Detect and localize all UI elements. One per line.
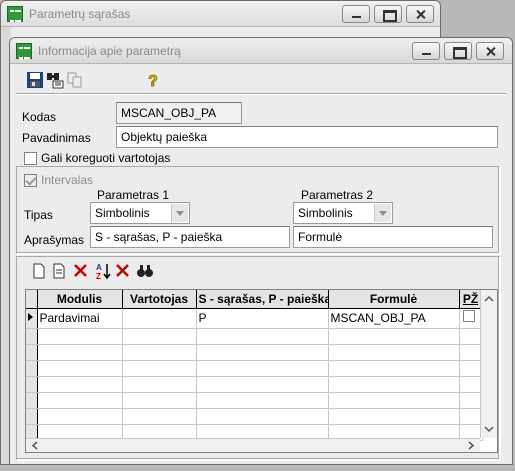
app-list-icon <box>7 6 23 22</box>
parametras-1-header: Parametras 1 <box>97 188 170 202</box>
aprasymas-2-field[interactable]: Formulė <box>293 226 493 248</box>
find-icon[interactable] <box>136 262 154 280</box>
gali-koreguoti-label: Gali koreguoti vartotojas <box>41 151 171 165</box>
scroll-down-icon[interactable] <box>481 422 497 436</box>
scroll-left-icon[interactable] <box>28 439 42 452</box>
tipas-label: Tipas <box>24 208 53 222</box>
table-row <box>26 376 483 393</box>
table-row <box>26 408 483 425</box>
col-header-pz[interactable]: PŽ <box>459 290 483 309</box>
tipas-1-value: Simbolinis <box>95 206 150 220</box>
svg-text:Z: Z <box>96 272 101 280</box>
svg-text:?: ? <box>148 73 158 89</box>
copy-icon[interactable] <box>66 71 84 89</box>
grid-table: Modulis Vartotojas S - sąrašas, P - paie… <box>26 290 483 441</box>
horizontal-scrollbar[interactable] <box>26 438 480 452</box>
main-toolbar: ? <box>16 68 506 92</box>
svg-text:A: A <box>96 263 102 272</box>
row-indicator-header <box>26 290 38 309</box>
close-button[interactable] <box>476 42 504 60</box>
close-button[interactable] <box>406 5 434 23</box>
cell-pz[interactable] <box>459 308 483 329</box>
pz-checkbox[interactable] <box>462 309 475 322</box>
vertical-scrollbar[interactable] <box>480 290 497 438</box>
grid-toolbar: A Z <box>22 260 492 282</box>
data-grid: Modulis Vartotojas S - sąrašas, P - paie… <box>25 289 498 453</box>
intervalas-label: Intervalas <box>41 173 94 187</box>
col-header-vartotojas[interactable]: Vartotojas <box>122 290 197 309</box>
binoculars-select-icon[interactable] <box>46 71 64 89</box>
parameter-info-titlebar[interactable]: Informacija apie parametrą <box>10 38 512 64</box>
cell-vartotojas[interactable] <box>122 308 197 329</box>
cell-modulis[interactable]: Pardavimai <box>37 308 123 329</box>
window-title: Informacija apie parametrą <box>38 44 181 58</box>
back-window-title: Parametrų sąrašas <box>29 7 131 21</box>
table-row <box>26 392 483 409</box>
minimize-button[interactable] <box>342 5 370 23</box>
chevron-down-icon[interactable] <box>171 204 188 222</box>
gali-koreguoti-checkbox[interactable] <box>24 152 37 165</box>
parametras-2-header: Parametras 2 <box>301 188 374 202</box>
sort-az-icon[interactable]: A Z <box>94 262 112 280</box>
col-header-s-p[interactable]: S - sąrašas, P - paieška <box>196 290 329 309</box>
new-icon[interactable] <box>30 262 48 280</box>
col-header-modulis[interactable]: Modulis <box>37 290 123 309</box>
parameter-info-window: Informacija apie parametrą ? Kodas MSCAN… <box>9 37 513 465</box>
maximize-button[interactable] <box>374 5 402 23</box>
grid-body: Pardavimai P MSCAN_OBJ_PA <box>26 308 483 441</box>
table-row <box>26 360 483 377</box>
aprasymas-label: Aprašymas <box>24 233 85 247</box>
intervalas-checkbox[interactable] <box>24 174 37 187</box>
pavadinimas-label: Pavadinimas <box>22 131 91 145</box>
grid-header-row: Modulis Vartotojas S - sąrašas, P - paie… <box>26 290 483 309</box>
back-window-titlebar[interactable]: Parametrų sąrašas <box>1 1 440 27</box>
edit-icon[interactable] <box>50 262 68 280</box>
save-icon[interactable] <box>26 71 44 89</box>
help-icon[interactable]: ? <box>144 71 162 89</box>
tipas-1-select[interactable]: Simbolinis <box>90 202 190 224</box>
scroll-up-icon[interactable] <box>481 292 497 306</box>
clear-filter-icon[interactable] <box>114 262 132 280</box>
scroll-right-icon[interactable] <box>464 439 478 452</box>
delete-icon[interactable] <box>72 262 90 280</box>
chevron-down-icon[interactable] <box>374 204 391 222</box>
table-row <box>26 328 483 345</box>
app-list-icon <box>16 43 32 59</box>
kodas-field[interactable]: MSCAN_OBJ_PA <box>116 102 242 124</box>
tipas-2-value: Simbolinis <box>298 206 353 220</box>
current-row-indicator <box>26 308 38 329</box>
row-pointer-icon <box>28 312 33 321</box>
minimize-button[interactable] <box>412 42 440 60</box>
cell-s-p[interactable]: P <box>196 308 329 329</box>
maximize-button[interactable] <box>444 42 472 60</box>
table-row[interactable]: Pardavimai P MSCAN_OBJ_PA <box>26 308 483 329</box>
table-row <box>26 344 483 361</box>
cell-formule[interactable]: MSCAN_OBJ_PA <box>328 308 460 329</box>
aprasymas-1-field[interactable]: S - sąrašas, P - paieška <box>90 226 290 248</box>
col-header-formule[interactable]: Formulė <box>328 290 460 309</box>
toolbar-divider <box>16 93 506 95</box>
pavadinimas-field[interactable]: Objektų paieška <box>116 126 498 148</box>
kodas-label: Kodas <box>22 110 57 124</box>
tipas-2-select[interactable]: Simbolinis <box>293 202 393 224</box>
